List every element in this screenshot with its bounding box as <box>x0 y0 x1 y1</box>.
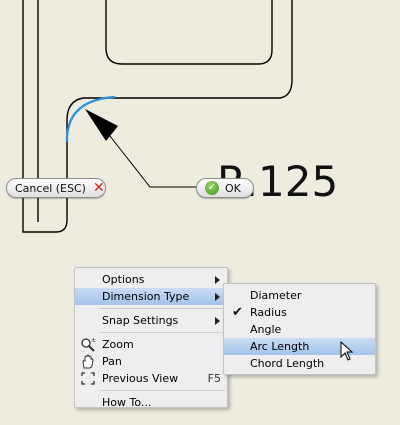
menu-item-how-to[interactable]: How To... <box>75 394 227 411</box>
menu-item-zoom[interactable]: ± Zoom <box>75 336 227 353</box>
submenu-item-radius-label: Radius <box>250 306 287 319</box>
menu-item-dimension-type[interactable]: Dimension Type <box>75 288 227 305</box>
menu-separator <box>99 390 225 391</box>
submenu-item-angle-label: Angle <box>250 323 282 336</box>
menu-item-pan-label: Pan <box>102 355 122 368</box>
ok-button[interactable]: ✓ OK <box>196 178 254 198</box>
menu-item-previous-view[interactable]: Previous View F5 <box>75 370 227 387</box>
submenu-arrow-icon <box>215 276 220 284</box>
svg-text:±: ± <box>91 337 96 344</box>
pan-hand-icon <box>82 354 94 369</box>
menu-item-snap-settings[interactable]: Snap Settings <box>75 312 227 329</box>
menu-item-options-label: Options <box>102 273 145 286</box>
submenu-item-chord-length-label: Chord Length <box>250 357 325 370</box>
top-frame-line <box>105 0 273 65</box>
mouse-cursor-icon <box>340 341 354 361</box>
checkmark-icon: ✔ <box>232 305 243 320</box>
menu-item-pan[interactable]: Pan <box>75 353 227 370</box>
dimension-type-submenu: Diameter ✔ Radius Angle Arc Length Chord… <box>223 283 376 375</box>
close-icon: ✕ <box>92 180 105 196</box>
shortcut-label: F5 <box>207 372 221 385</box>
ok-button-label: OK <box>225 181 241 195</box>
submenu-item-angle[interactable]: Angle <box>224 321 375 338</box>
context-menu: Options Dimension Type Snap Settings ± Z… <box>74 267 228 411</box>
menu-separator <box>99 332 225 333</box>
menu-separator <box>99 308 225 309</box>
zoom-icon: ± <box>81 337 96 352</box>
dimension-arrowhead <box>85 109 118 141</box>
menu-item-how-to-label: How To... <box>102 396 152 409</box>
submenu-item-diameter-label: Diameter <box>250 289 302 302</box>
submenu-item-arc-length-label: Arc Length <box>250 340 310 353</box>
menu-item-dimension-type-label: Dimension Type <box>102 290 190 303</box>
menu-item-snap-settings-label: Snap Settings <box>102 314 179 327</box>
checkmark-icon: ✓ <box>205 181 219 195</box>
previous-view-icon <box>81 372 95 385</box>
menu-item-zoom-label: Zoom <box>102 338 134 351</box>
menu-item-options[interactable]: Options <box>75 271 227 288</box>
submenu-arrow-icon <box>215 317 220 325</box>
submenu-item-radius[interactable]: ✔ Radius <box>224 304 375 321</box>
cancel-button-label: Cancel (ESC) <box>15 181 86 195</box>
submenu-item-diameter[interactable]: Diameter <box>224 287 375 304</box>
submenu-arrow-icon <box>215 293 220 301</box>
cancel-button[interactable]: Cancel (ESC) ✕ <box>6 178 106 198</box>
menu-item-previous-view-label: Previous View <box>102 372 179 385</box>
